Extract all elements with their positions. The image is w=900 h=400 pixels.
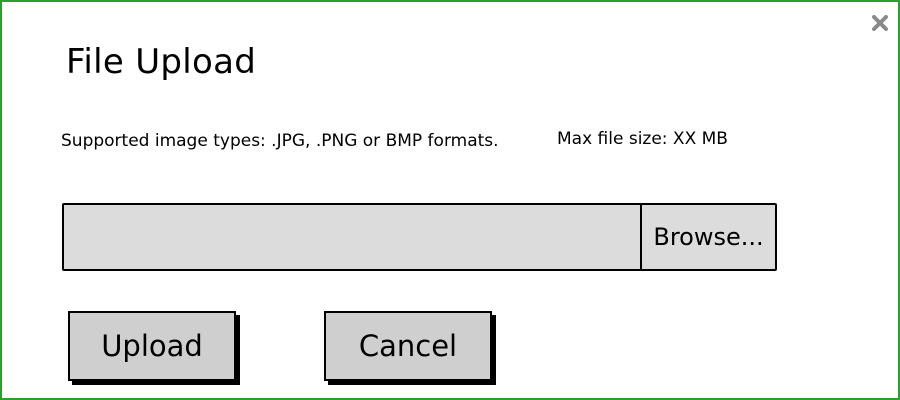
max-file-size-text: Max file size: XX MB [557,129,728,149]
supported-types-text: Supported image types: .JPG, .PNG or BMP… [61,131,499,151]
dialog-title: File Upload [66,42,257,82]
close-button[interactable] [870,13,890,33]
file-path-input[interactable] [62,203,642,271]
browse-button[interactable]: Browse... [640,203,777,271]
file-upload-dialog: File Upload Supported image types: .JPG,… [0,0,900,400]
close-icon [872,15,888,31]
cancel-button[interactable]: Cancel [324,311,492,381]
upload-button[interactable]: Upload [68,311,236,381]
